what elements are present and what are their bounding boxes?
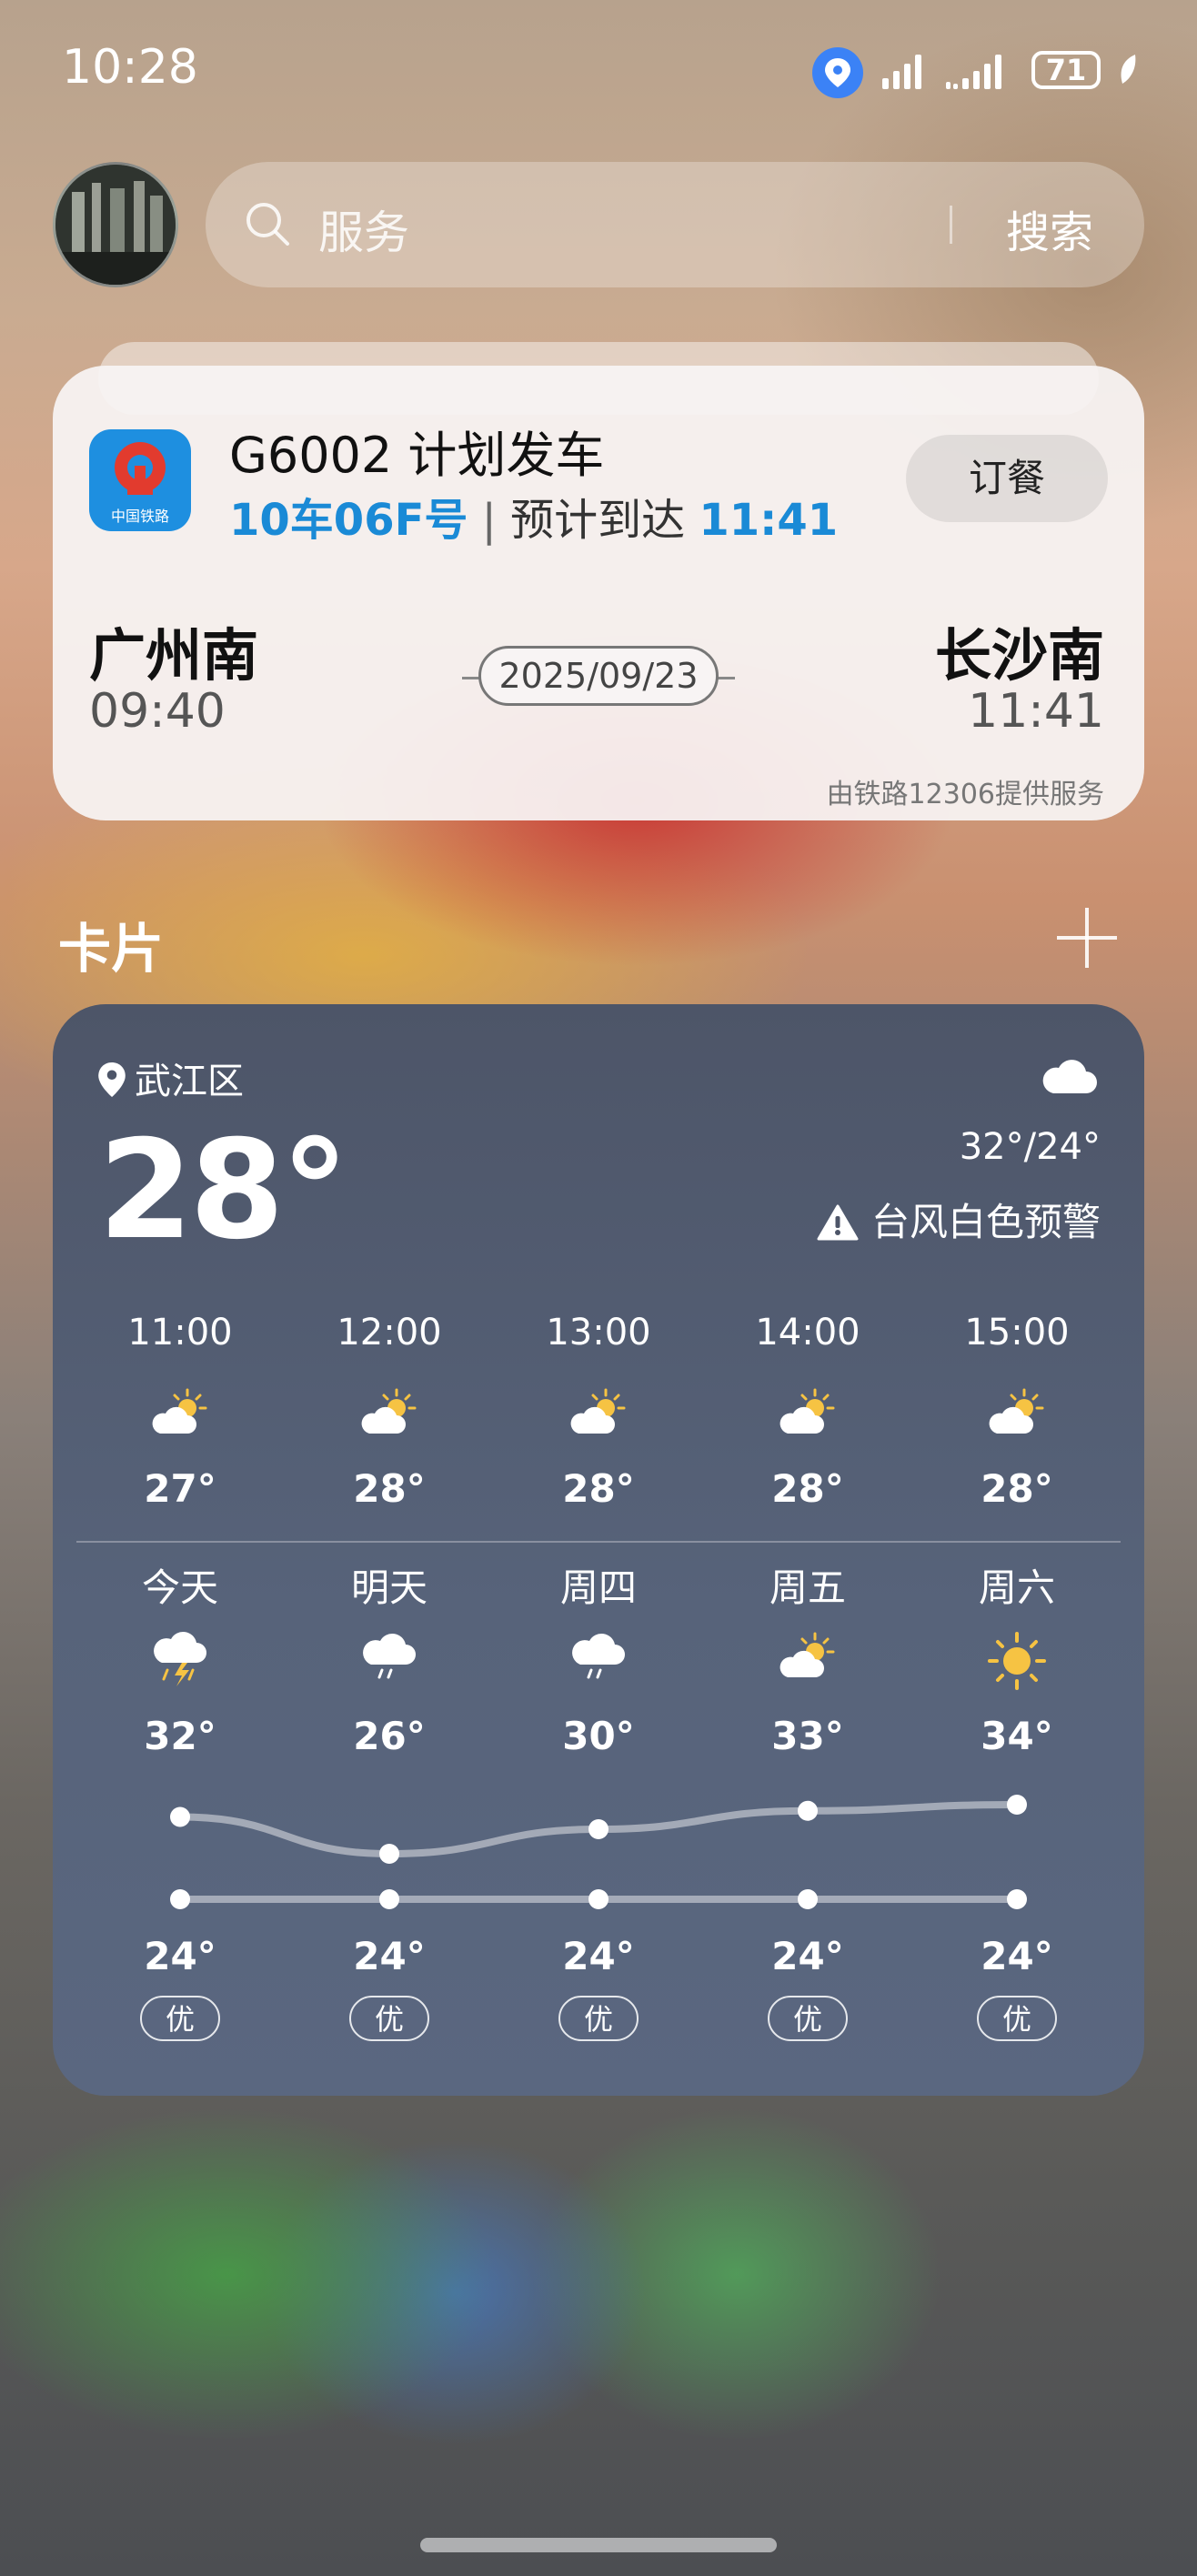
train-title: G6002 计划发车 [229,427,605,484]
seat-number: 10车06F号 [229,495,468,546]
low-temp-point [588,1889,609,1909]
status-time: 10:28 [62,40,198,95]
high-temp-point [379,1844,399,1864]
order-meal-button[interactable]: 订餐 [906,435,1108,522]
avatar-image [55,165,176,285]
search-input[interactable]: 服务 [318,196,409,262]
location-icon [812,47,863,98]
avatar[interactable] [53,162,178,287]
arrive-time: 11:41 [699,495,839,546]
cards-section-title: 卡片 [58,918,165,980]
signal-icon [882,55,921,89]
leaf-icon [1121,55,1136,84]
arrive-prefix: 预计到达 [510,495,699,546]
train-subtitle: 10车06F号 | 预计到达 11:41 [229,484,838,548]
search-bar[interactable]: 服务 搜索 [206,162,1144,287]
high-temp-point [798,1800,818,1821]
separator: | [468,495,511,546]
arrival-time: 11:41 [968,684,1104,739]
status-bar: 10:28 71 [0,0,1197,136]
departure-station: 广州南 [89,622,259,689]
high-temp-point [588,1819,609,1839]
weather-card[interactable]: 武江区 28° 32°/24° 台风白色预警 11:00 27° 12:00 28° 1… [53,1004,1144,2096]
search-button[interactable]: 搜索 [1006,196,1093,260]
low-temp-point [379,1889,399,1909]
temperature-trend-chart [170,1795,1027,1909]
logo-text: 中国铁路 [110,508,169,525]
high-temp-point [1007,1795,1027,1815]
signal-2-icon [946,55,1001,89]
search-divider [950,206,952,244]
train-card[interactable]: 中国铁路 G6002 计划发车 10车06F号 | 预计到达 11:41 订餐 … [53,366,1144,820]
add-card-button[interactable] [1055,906,1119,970]
china-railway-logo-icon: 中国铁路 [89,429,191,531]
low-temp-point [798,1889,818,1909]
battery-indicator: 71 [1031,51,1101,89]
low-temp-point [1007,1889,1027,1909]
service-provider: 由铁路12306提供服务 [826,779,1104,810]
departure-time: 09:40 [89,684,226,739]
home-indicator[interactable] [420,2538,777,2552]
low-temp-point [170,1889,190,1909]
high-temp-point [170,1806,190,1827]
arrival-station: 长沙南 [934,622,1104,689]
search-icon [246,203,289,246]
travel-date: 2025/09/23 [478,646,719,706]
